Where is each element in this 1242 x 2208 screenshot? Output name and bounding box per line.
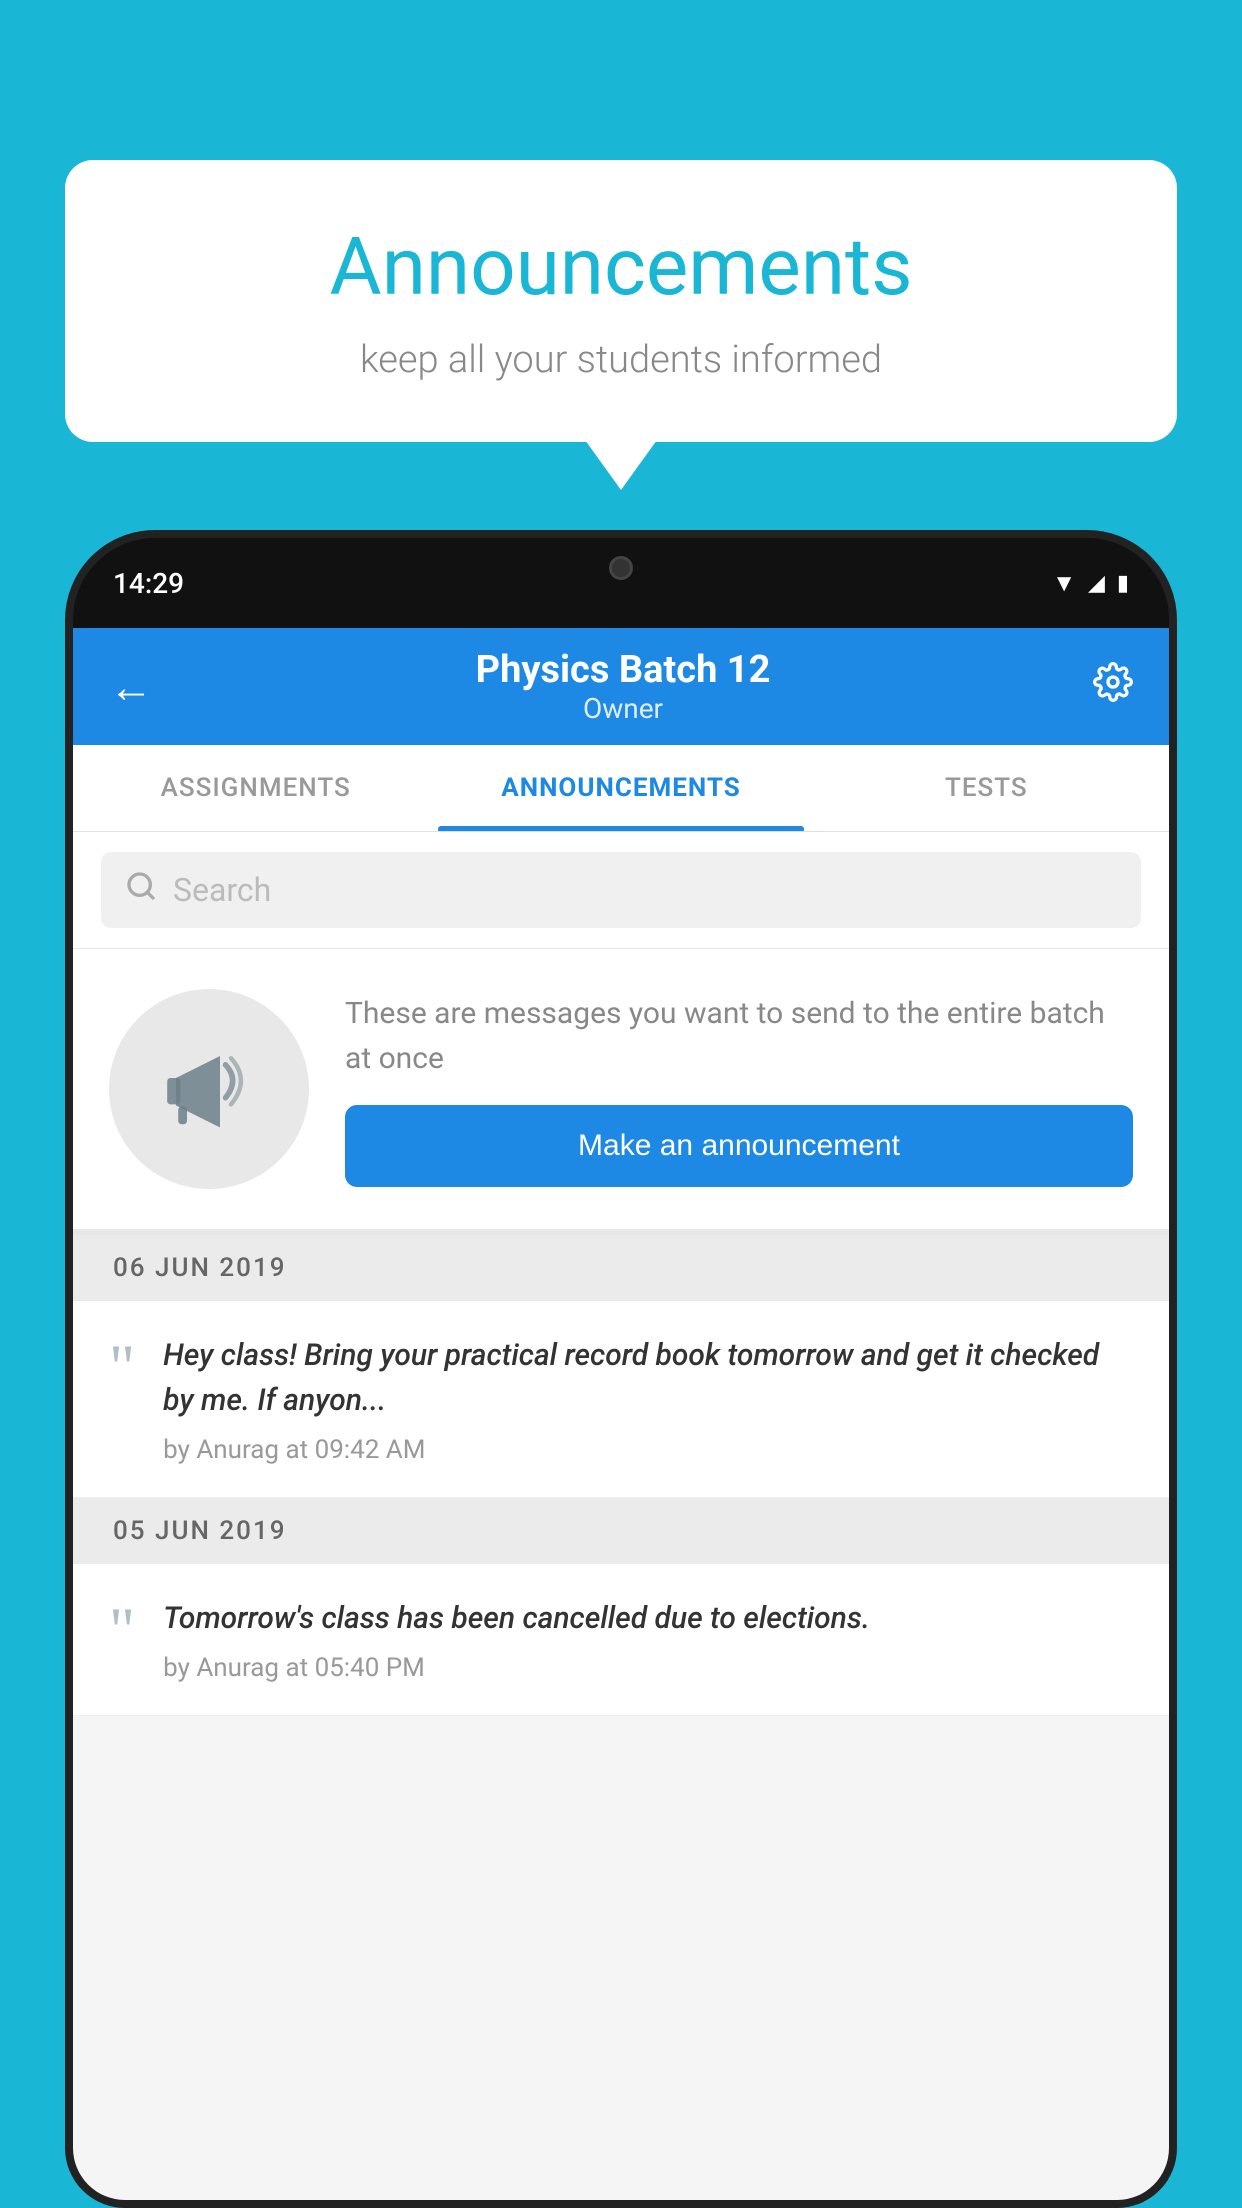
announcement-meta-2: by Anurag at 05:40 PM	[163, 1653, 1133, 1683]
tab-bar: ASSIGNMENTS ANNOUNCEMENTS TESTS	[73, 745, 1169, 832]
header-center: Physics Batch 12 Owner	[476, 648, 771, 725]
signal-icon: ◢	[1088, 571, 1105, 596]
announcement-item-2[interactable]: " Tomorrow's class has been cancelled du…	[73, 1564, 1169, 1716]
megaphone-icon	[154, 1034, 264, 1144]
announcement-cta-section: These are messages you want to send to t…	[73, 949, 1169, 1235]
speech-bubble-arrow	[585, 440, 657, 490]
date-divider-2: 05 JUN 2019	[73, 1498, 1169, 1564]
announcement-text-2: Tomorrow's class has been cancelled due …	[163, 1596, 1133, 1641]
app-screen: ← Physics Batch 12 Owner ASSIGNMENTS ANN…	[73, 628, 1169, 2200]
date-divider-1: 06 JUN 2019	[73, 1235, 1169, 1301]
volume-up-button[interactable]	[65, 858, 73, 938]
app-header: ← Physics Batch 12 Owner	[73, 628, 1169, 745]
tab-assignments[interactable]: ASSIGNMENTS	[73, 745, 438, 831]
batch-title: Physics Batch 12	[476, 648, 771, 692]
announcement-item-1[interactable]: " Hey class! Bring your practical record…	[73, 1301, 1169, 1498]
announcement-content-1: Hey class! Bring your practical record b…	[163, 1333, 1133, 1465]
speech-bubble-container: Announcements keep all your students inf…	[65, 160, 1177, 490]
speech-bubble-subtitle: keep all your students informed	[145, 338, 1097, 382]
phone-notch	[521, 538, 721, 598]
cta-right: These are messages you want to send to t…	[345, 991, 1133, 1187]
wifi-icon: ▼	[1052, 569, 1076, 598]
search-icon	[125, 870, 157, 910]
search-bar[interactable]: Search	[101, 852, 1141, 928]
status-time: 14:29	[113, 567, 184, 600]
status-bar: 14:29 ▼ ◢ ▮	[73, 538, 1169, 628]
batch-role: Owner	[476, 692, 771, 725]
cta-description: These are messages you want to send to t…	[345, 991, 1133, 1081]
power-button[interactable]	[1169, 918, 1177, 1038]
settings-button[interactable]	[1093, 662, 1133, 712]
phone-frame: 14:29 ▼ ◢ ▮ ← Physics Batch 12 Owner	[65, 530, 1177, 2208]
search-placeholder: Search	[173, 871, 271, 909]
speech-bubble-title: Announcements	[145, 220, 1097, 314]
announcement-meta-1: by Anurag at 09:42 AM	[163, 1435, 1133, 1465]
announcement-content-2: Tomorrow's class has been cancelled due …	[163, 1596, 1133, 1683]
tab-announcements[interactable]: ANNOUNCEMENTS	[438, 745, 803, 831]
front-camera	[609, 556, 633, 580]
speech-bubble: Announcements keep all your students inf…	[65, 160, 1177, 442]
back-button[interactable]: ←	[109, 665, 153, 709]
make-announcement-button[interactable]: Make an announcement	[345, 1105, 1133, 1187]
volume-down-button[interactable]	[65, 968, 73, 1048]
battery-icon: ▮	[1117, 571, 1129, 596]
search-container: Search	[73, 832, 1169, 949]
quote-icon-2: "	[109, 1604, 135, 1655]
megaphone-circle	[109, 989, 309, 1189]
tab-tests[interactable]: TESTS	[804, 745, 1169, 831]
status-icons: ▼ ◢ ▮	[1052, 569, 1129, 598]
announcement-text-1: Hey class! Bring your practical record b…	[163, 1333, 1133, 1423]
quote-icon-1: "	[109, 1341, 135, 1392]
